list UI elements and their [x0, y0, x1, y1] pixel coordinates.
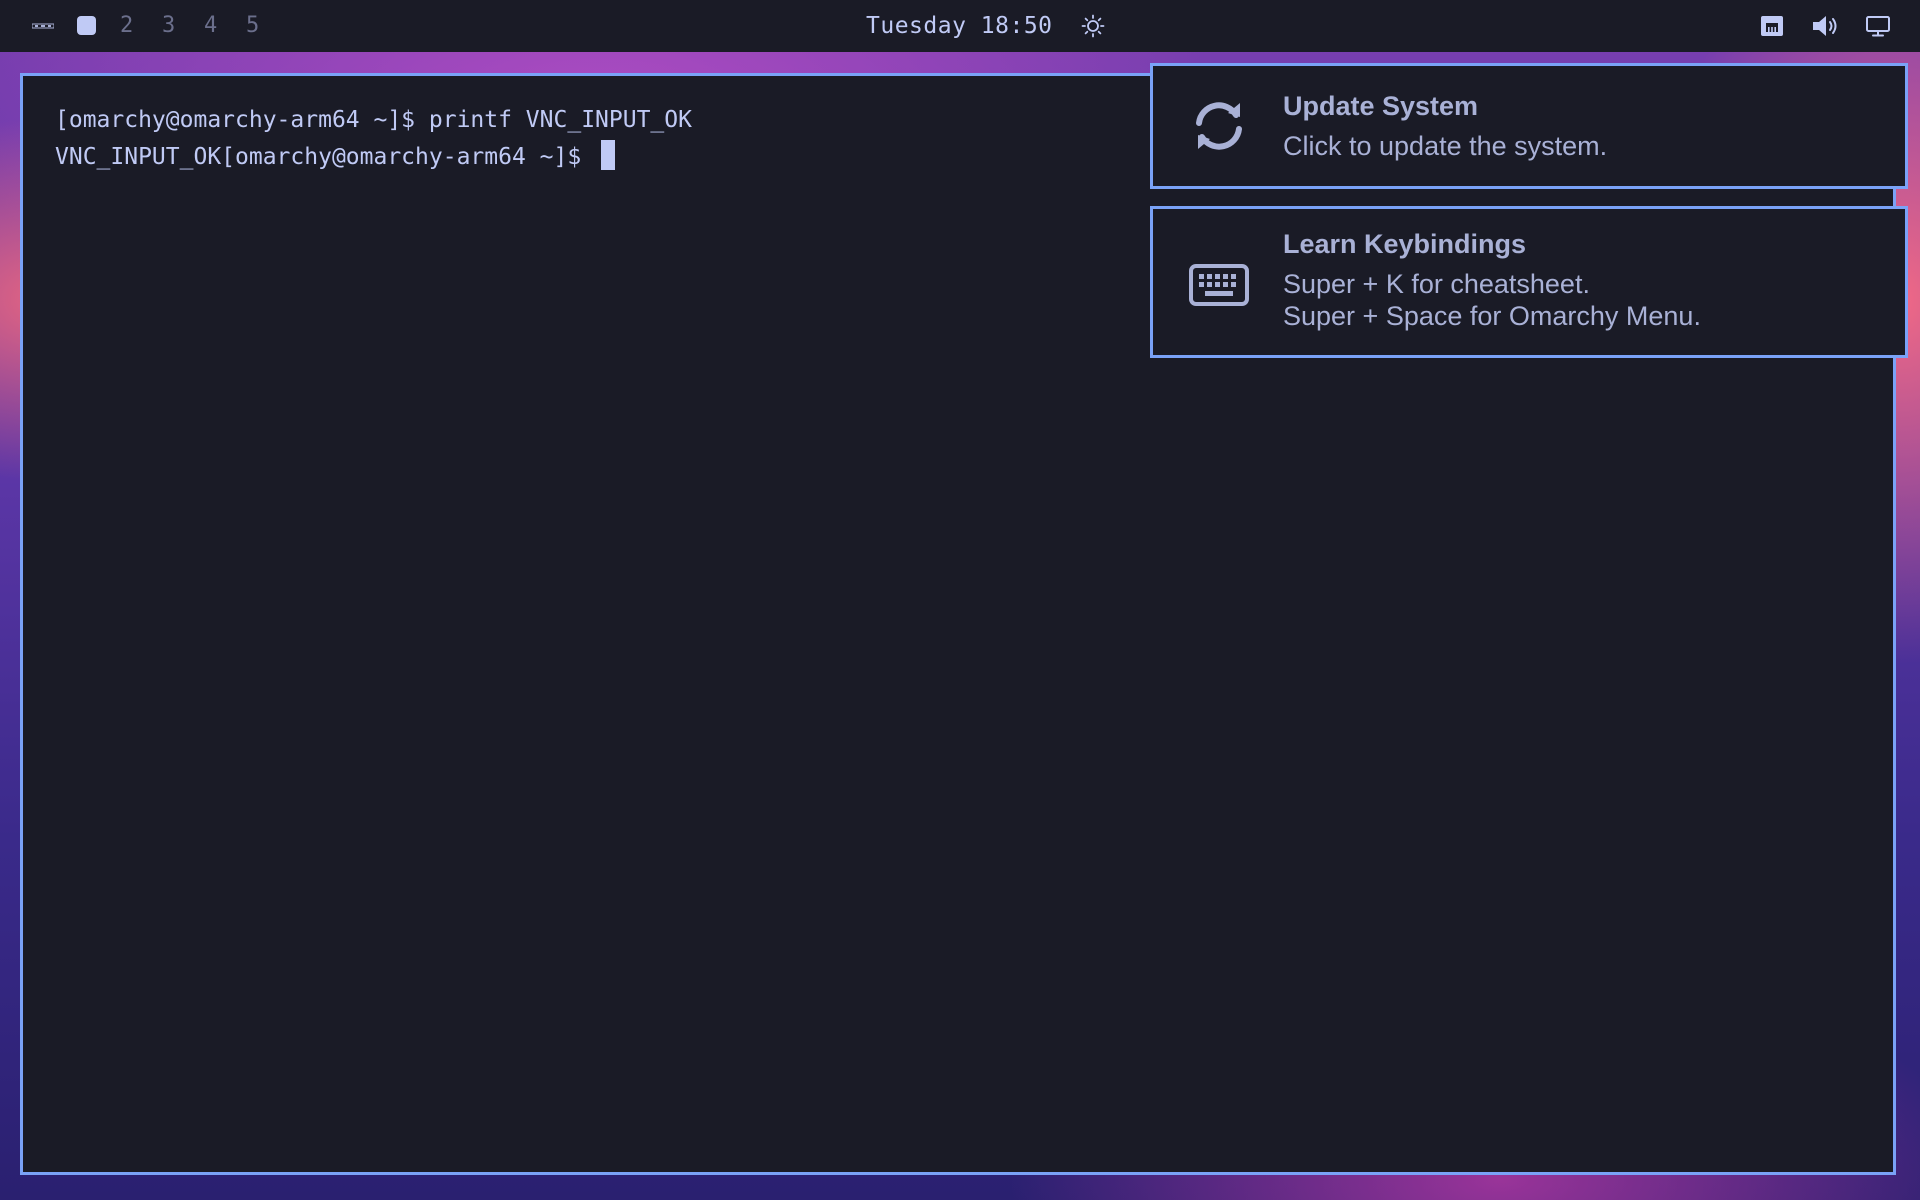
workspace-2[interactable]: 2	[120, 0, 133, 52]
notification-body: Click to update the system.	[1283, 131, 1608, 161]
display-icon[interactable]	[1865, 14, 1891, 38]
workspace-3[interactable]: 3	[162, 0, 175, 52]
notification-title: Update System	[1283, 91, 1479, 121]
terminal-line: VNC_INPUT_OK[omarchy@omarchy-arm64 ~]$	[55, 140, 616, 170]
clock[interactable]: Tuesday 18:50	[866, 0, 1053, 52]
notification-body: Super + K for cheatsheet.	[1283, 269, 1590, 299]
omarchy-logo-icon[interactable]	[32, 23, 54, 29]
terminal-cursor	[601, 140, 616, 170]
refresh-icon	[1196, 102, 1242, 150]
notification-update-system[interactable]: Update System Click to update the system…	[1150, 63, 1908, 189]
keyboard-icon	[1189, 264, 1249, 306]
workspace-4[interactable]: 4	[204, 0, 217, 52]
volume-icon[interactable]	[1811, 14, 1841, 38]
terminal-prompt: VNC_INPUT_OK[omarchy@omarchy-arm64 ~]$	[55, 144, 596, 170]
notification-title: Learn Keybindings	[1283, 229, 1527, 259]
top-bar: 2 3 4 5 Tuesday 18:50	[0, 0, 1920, 52]
notification-learn-keybindings[interactable]: Learn Keybindings Super + K for cheatshe…	[1150, 206, 1908, 358]
weather-sun-icon[interactable]	[1080, 14, 1106, 38]
workspace-5[interactable]: 5	[246, 0, 259, 52]
active-workspace-square-icon[interactable]	[77, 16, 96, 35]
terminal-line: [omarchy@omarchy-arm64 ~]$ printf VNC_IN…	[55, 107, 692, 133]
notification-body: Super + Space for Omarchy Menu.	[1283, 301, 1701, 331]
network-ethernet-icon[interactable]	[1759, 14, 1785, 38]
